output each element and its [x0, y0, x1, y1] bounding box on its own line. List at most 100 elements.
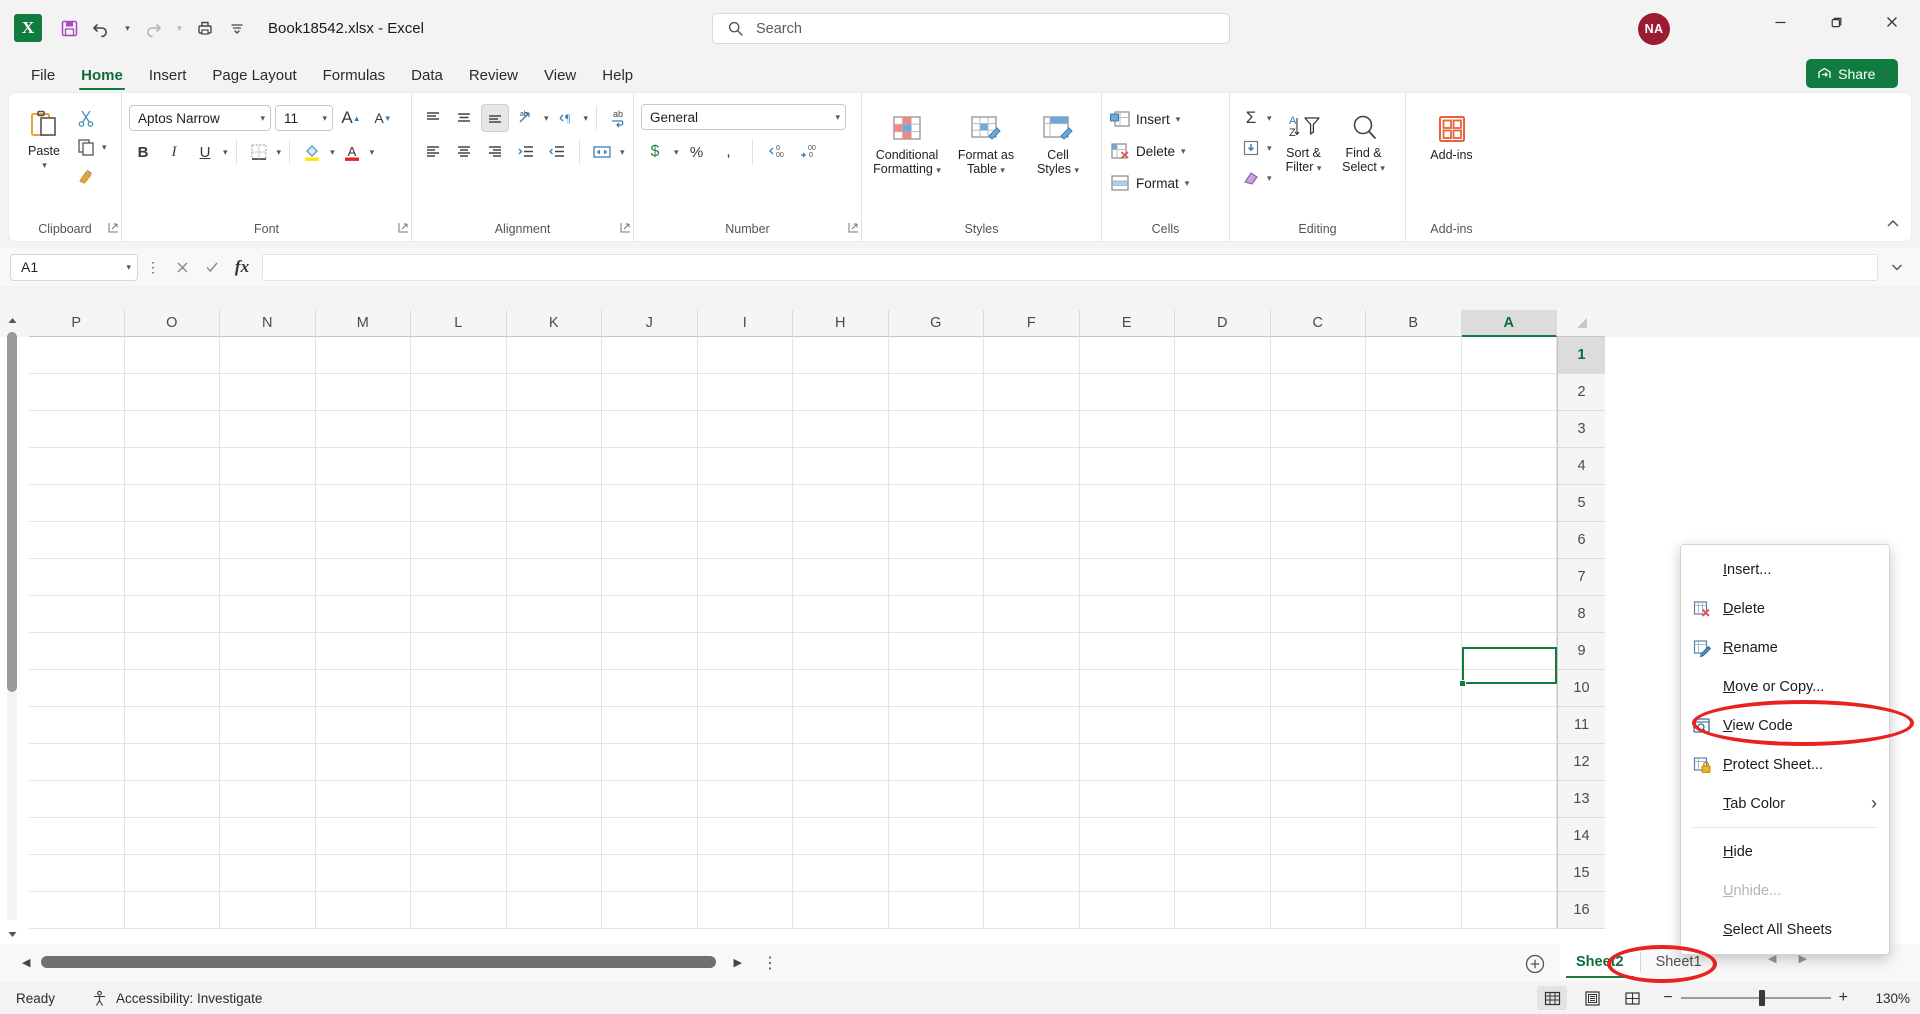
zoom-slider-knob[interactable] — [1759, 990, 1765, 1006]
cell-O13[interactable] — [125, 781, 221, 818]
align-left-button[interactable] — [419, 138, 447, 166]
row-header-16[interactable]: 16 — [1557, 892, 1605, 929]
cell-N4[interactable] — [220, 448, 316, 485]
format-cells-chevron-down-icon[interactable]: ▾ — [1185, 178, 1190, 189]
undo-dropdown-chevron-down-icon[interactable]: ▾ — [118, 13, 136, 43]
cell-K8[interactable] — [507, 596, 603, 633]
cell-H2[interactable] — [793, 374, 889, 411]
underline-button[interactable]: U — [191, 138, 219, 166]
cell-N11[interactable] — [220, 707, 316, 744]
cell-F14[interactable] — [984, 818, 1080, 855]
cell-O15[interactable] — [125, 855, 221, 892]
cell-F4[interactable] — [984, 448, 1080, 485]
customize-qat-icon[interactable] — [222, 13, 252, 43]
clipboard-dialog-launcher[interactable] — [108, 220, 119, 238]
cell-K3[interactable] — [507, 411, 603, 448]
cell-P14[interactable] — [29, 818, 125, 855]
cell-P5[interactable] — [29, 485, 125, 522]
cell-O2[interactable] — [125, 374, 221, 411]
cell-K12[interactable] — [507, 744, 603, 781]
decrease-indent-button[interactable] — [512, 138, 540, 166]
cell-J16[interactable] — [602, 892, 698, 929]
cell-A11[interactable] — [1462, 707, 1558, 744]
cell-E5[interactable] — [1080, 485, 1176, 522]
increase-decimal-button[interactable]: 000 — [762, 138, 790, 166]
merge-chevron-down-icon[interactable]: ▾ — [620, 147, 625, 158]
cell-C15[interactable] — [1271, 855, 1367, 892]
cell-P11[interactable] — [29, 707, 125, 744]
tab-review[interactable]: Review — [456, 62, 531, 92]
font-family-select[interactable]: Aptos Narrow ▾ — [129, 105, 271, 131]
cell-A8[interactable] — [1462, 596, 1558, 633]
cell-L10[interactable] — [411, 670, 507, 707]
cell-H5[interactable] — [793, 485, 889, 522]
cell-A12[interactable] — [1462, 744, 1558, 781]
page-layout-view-button[interactable] — [1577, 986, 1607, 1010]
column-header-c[interactable]: C — [1271, 310, 1367, 337]
cell-B10[interactable] — [1366, 670, 1462, 707]
cell-D4[interactable] — [1175, 448, 1271, 485]
cell-N15[interactable] — [220, 855, 316, 892]
row-header-5[interactable]: 5 — [1557, 485, 1605, 522]
cell-H6[interactable] — [793, 522, 889, 559]
column-header-i[interactable]: I — [698, 310, 794, 337]
cell-J12[interactable] — [602, 744, 698, 781]
tab-help[interactable]: Help — [589, 62, 646, 92]
cell-K6[interactable] — [507, 522, 603, 559]
sheet-tab-sheet2[interactable]: Sheet2 — [1560, 944, 1640, 980]
cell-K7[interactable] — [507, 559, 603, 596]
cell-P7[interactable] — [29, 559, 125, 596]
cell-L3[interactable] — [411, 411, 507, 448]
column-header-a[interactable]: A — [1462, 310, 1558, 337]
cell-C16[interactable] — [1271, 892, 1367, 929]
cell-G14[interactable] — [889, 818, 985, 855]
minimize-button[interactable] — [1752, 0, 1808, 44]
cell-D7[interactable] — [1175, 559, 1271, 596]
cell-J1[interactable] — [602, 337, 698, 374]
borders-chevron-down-icon[interactable]: ▾ — [277, 147, 282, 158]
cell-E14[interactable] — [1080, 818, 1176, 855]
share-button[interactable]: Share ▾ — [1806, 59, 1898, 88]
cell-G16[interactable] — [889, 892, 985, 929]
underline-chevron-down-icon[interactable]: ▾ — [223, 147, 228, 158]
cell-L11[interactable] — [411, 707, 507, 744]
cell-H15[interactable] — [793, 855, 889, 892]
cell-G9[interactable] — [889, 633, 985, 670]
cell-N8[interactable] — [220, 596, 316, 633]
zoom-slider-track[interactable] — [1681, 997, 1831, 999]
cell-C2[interactable] — [1271, 374, 1367, 411]
cell-A5[interactable] — [1462, 485, 1558, 522]
cell-L13[interactable] — [411, 781, 507, 818]
tab-insert[interactable]: Insert — [136, 62, 200, 92]
context-menu-item-hide[interactable]: Hide — [1681, 832, 1889, 871]
cell-J11[interactable] — [602, 707, 698, 744]
cell-M12[interactable] — [316, 744, 412, 781]
cell-D13[interactable] — [1175, 781, 1271, 818]
row-header-2[interactable]: 2 — [1557, 374, 1605, 411]
cell-H11[interactable] — [793, 707, 889, 744]
cell-I8[interactable] — [698, 596, 794, 633]
cell-N1[interactable] — [220, 337, 316, 374]
cell-C11[interactable] — [1271, 707, 1367, 744]
cell-I16[interactable] — [698, 892, 794, 929]
column-header-e[interactable]: E — [1080, 310, 1176, 337]
page-break-view-button[interactable] — [1617, 986, 1647, 1010]
cell-C13[interactable] — [1271, 781, 1367, 818]
number-format-chevron-down-icon[interactable]: ▾ — [835, 112, 840, 123]
cell-H13[interactable] — [793, 781, 889, 818]
cell-L6[interactable] — [411, 522, 507, 559]
cell-G10[interactable] — [889, 670, 985, 707]
zoom-level[interactable]: 130% — [1864, 991, 1910, 1006]
cell-P12[interactable] — [29, 744, 125, 781]
cell-J2[interactable] — [602, 374, 698, 411]
autosum-button[interactable]: Σ — [1237, 104, 1265, 132]
cell-F1[interactable] — [984, 337, 1080, 374]
cell-C6[interactable] — [1271, 522, 1367, 559]
cell-C9[interactable] — [1271, 633, 1367, 670]
cell-L15[interactable] — [411, 855, 507, 892]
tab-file[interactable]: File — [18, 62, 68, 92]
print-icon[interactable] — [190, 13, 220, 43]
paste-button[interactable]: Paste ▾ — [16, 102, 72, 172]
cell-I4[interactable] — [698, 448, 794, 485]
undo-icon[interactable] — [86, 13, 116, 43]
